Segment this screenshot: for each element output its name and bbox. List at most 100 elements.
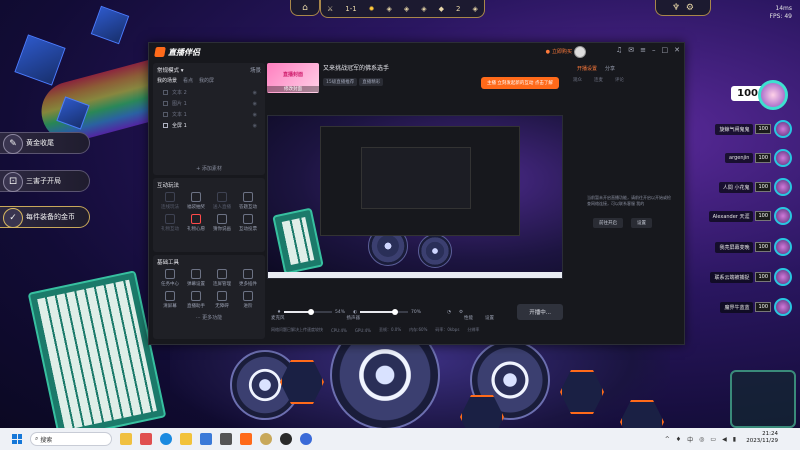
augment-open[interactable]: ⚀ 三害子开局 (0, 170, 90, 192)
game-icon[interactable] (260, 433, 272, 445)
player-avatar[interactable] (758, 80, 788, 110)
player-row[interactable]: argenjin 100 (725, 149, 792, 167)
windows-start-icon[interactable] (12, 434, 22, 444)
player-row[interactable]: 人間 小花鬼 100 (718, 178, 792, 196)
speaker-slider[interactable] (360, 309, 408, 315)
tab-comments[interactable]: 评论 (615, 77, 624, 83)
tab-co-host[interactable]: 连麦 (594, 77, 603, 83)
tab-my-scene[interactable]: 我的场景 (157, 77, 177, 84)
interact-item[interactable]: 福袋抽奖 (183, 192, 209, 210)
battery-icon[interactable]: ▮ (733, 436, 736, 443)
augment-items[interactable]: ✓ 每件装备的金币 (0, 206, 90, 228)
add-source-button[interactable]: + 添加素材 (157, 165, 261, 172)
checkbox[interactable] (163, 123, 168, 128)
stream-preview[interactable] (267, 115, 563, 279)
tab-share[interactable]: 分享 (605, 65, 615, 72)
eye-icon[interactable]: ◉ (253, 123, 257, 129)
tab-audience[interactable]: 观众 (573, 77, 582, 83)
player-row[interactable]: 联系云端被捕捉 100 (710, 268, 792, 286)
promo-tooltip[interactable]: 主播 立刻发起新的互动 点击了解 (481, 77, 559, 89)
clock[interactable]: 21:24 2023/11/29 (746, 431, 778, 445)
tool-item[interactable]: 进阶 (235, 291, 261, 309)
maximize-icon[interactable]: □ (662, 46, 669, 54)
tag-chip[interactable]: 15级直播推荐 (323, 78, 358, 86)
interact-item[interactable]: 礼物互动 (157, 214, 183, 232)
tool-item[interactable]: 无障碍 (209, 291, 235, 309)
mode-select[interactable]: 常规模式 ▾ (157, 66, 184, 74)
search-box[interactable]: ⌕ 搜索 (30, 432, 112, 446)
hud-right[interactable]: ♆ ⚙ (655, 0, 711, 16)
interact-item[interactable]: 礼物心愿 (183, 214, 209, 232)
cover-thumbnail[interactable]: 直播封面 修改封面 (267, 63, 319, 93)
player-row[interactable]: Alexander 天涯 100 (708, 207, 792, 225)
mic-tray-icon[interactable]: ♦ (676, 436, 681, 443)
tool-item[interactable]: 弹幕设置 (183, 269, 209, 287)
source-item[interactable]: 文本 2 ◉ (157, 87, 261, 98)
interact-item[interactable]: 连线玩法 (157, 192, 183, 210)
mic-icon[interactable]: ♦ (277, 310, 281, 315)
checkbox[interactable] (163, 90, 168, 95)
more-functions-button[interactable]: ··· 更多功能 (157, 314, 261, 321)
interact-item[interactable]: 互动投票 (235, 214, 261, 232)
tool-item[interactable]: 直播助手 (183, 291, 209, 309)
tool-item[interactable]: 清屏幕 (157, 291, 183, 309)
item-label: 连线玩法 (161, 205, 179, 210)
augment-gold[interactable]: ✎ 黄金收尾 (0, 132, 90, 154)
minimize-icon[interactable]: – (652, 46, 656, 54)
settings-icon[interactable]: ⚙ (459, 310, 463, 315)
buy-button[interactable]: ● 立即购买 (546, 48, 572, 56)
app-icon[interactable] (200, 433, 212, 445)
tool-item[interactable]: 任务中心 (157, 269, 183, 287)
widget-icon[interactable] (120, 433, 132, 445)
checkbox[interactable] (163, 112, 168, 117)
app-icon[interactable] (220, 433, 232, 445)
mail-icon[interactable]: ✉ (628, 46, 634, 54)
go-enable-button[interactable]: 前往开启 (593, 218, 623, 228)
title-bar: 直播伴侣 ● 立即购买 ♫ ✉ ≡ – □ ✕ (149, 43, 684, 61)
settings-button[interactable]: 设置 (631, 218, 652, 228)
item-bench[interactable] (730, 370, 796, 428)
scene-tab[interactable]: 场景 (250, 66, 261, 74)
streamer-app-icon[interactable] (240, 433, 252, 445)
tab-my-screen[interactable]: 我的屏 (199, 77, 214, 84)
app-tray-icon[interactable]: ◎ (699, 436, 704, 443)
menu-icon[interactable]: ≡ (640, 46, 646, 54)
close-icon[interactable]: ✕ (674, 46, 680, 54)
tab-highlights[interactable]: 看点 (183, 77, 193, 84)
headset-icon[interactable]: ♫ (616, 46, 622, 54)
interact-item[interactable]: 猜你说画 (209, 214, 235, 232)
tab-live-settings[interactable]: 开播设置 (577, 65, 597, 72)
round-icon: ◈ (403, 4, 410, 13)
edge-icon[interactable] (160, 433, 172, 445)
player-row[interactable]: 我亮屏幕变晚 100 (715, 238, 792, 256)
weather-icon[interactable] (140, 433, 152, 445)
source-item[interactable]: 文本 1 ◉ (157, 109, 261, 120)
tag-chip[interactable]: 直播精彩 (359, 78, 384, 86)
edit-cover-button[interactable]: 修改封面 (267, 86, 319, 92)
folder-icon[interactable] (180, 433, 192, 445)
app-icon[interactable] (300, 433, 312, 445)
volume-icon[interactable]: ◀ (722, 436, 727, 443)
source-item[interactable]: 全屏 1 ◉ (157, 120, 261, 131)
player-row[interactable]: 旋鲸气闸鬼鬼 100 (715, 120, 792, 138)
eye-icon[interactable]: ◉ (253, 90, 257, 96)
tool-item[interactable]: 连屏管理 (209, 269, 235, 287)
network-icon[interactable]: ▭ (710, 436, 716, 443)
source-item[interactable]: 图片 1 ◉ (157, 98, 261, 109)
game-launcher-icon[interactable] (280, 433, 292, 445)
room-title[interactable]: 又来挑战冠军的佛系选手 (323, 63, 389, 72)
tool-item[interactable]: 更多插件 (235, 269, 261, 287)
ime-icon[interactable]: 中 (687, 435, 693, 444)
speaker-icon[interactable]: ◐ (353, 310, 357, 315)
checkbox[interactable] (163, 101, 168, 106)
eye-icon[interactable]: ◉ (253, 101, 257, 107)
perf-icon[interactable]: ◔ (447, 310, 451, 315)
gear-icon[interactable]: ⚙ (686, 3, 694, 13)
mic-slider[interactable] (284, 309, 333, 315)
user-avatar[interactable] (574, 46, 586, 58)
player-row[interactable]: 魔界牛蓝蓝 100 (720, 298, 792, 316)
interact-item[interactable]: 答题互动 (235, 192, 261, 210)
chevron-up-icon[interactable]: ^ (665, 436, 670, 443)
eye-icon[interactable]: ◉ (253, 112, 257, 118)
interact-item[interactable]: 送人直播 (209, 192, 235, 210)
